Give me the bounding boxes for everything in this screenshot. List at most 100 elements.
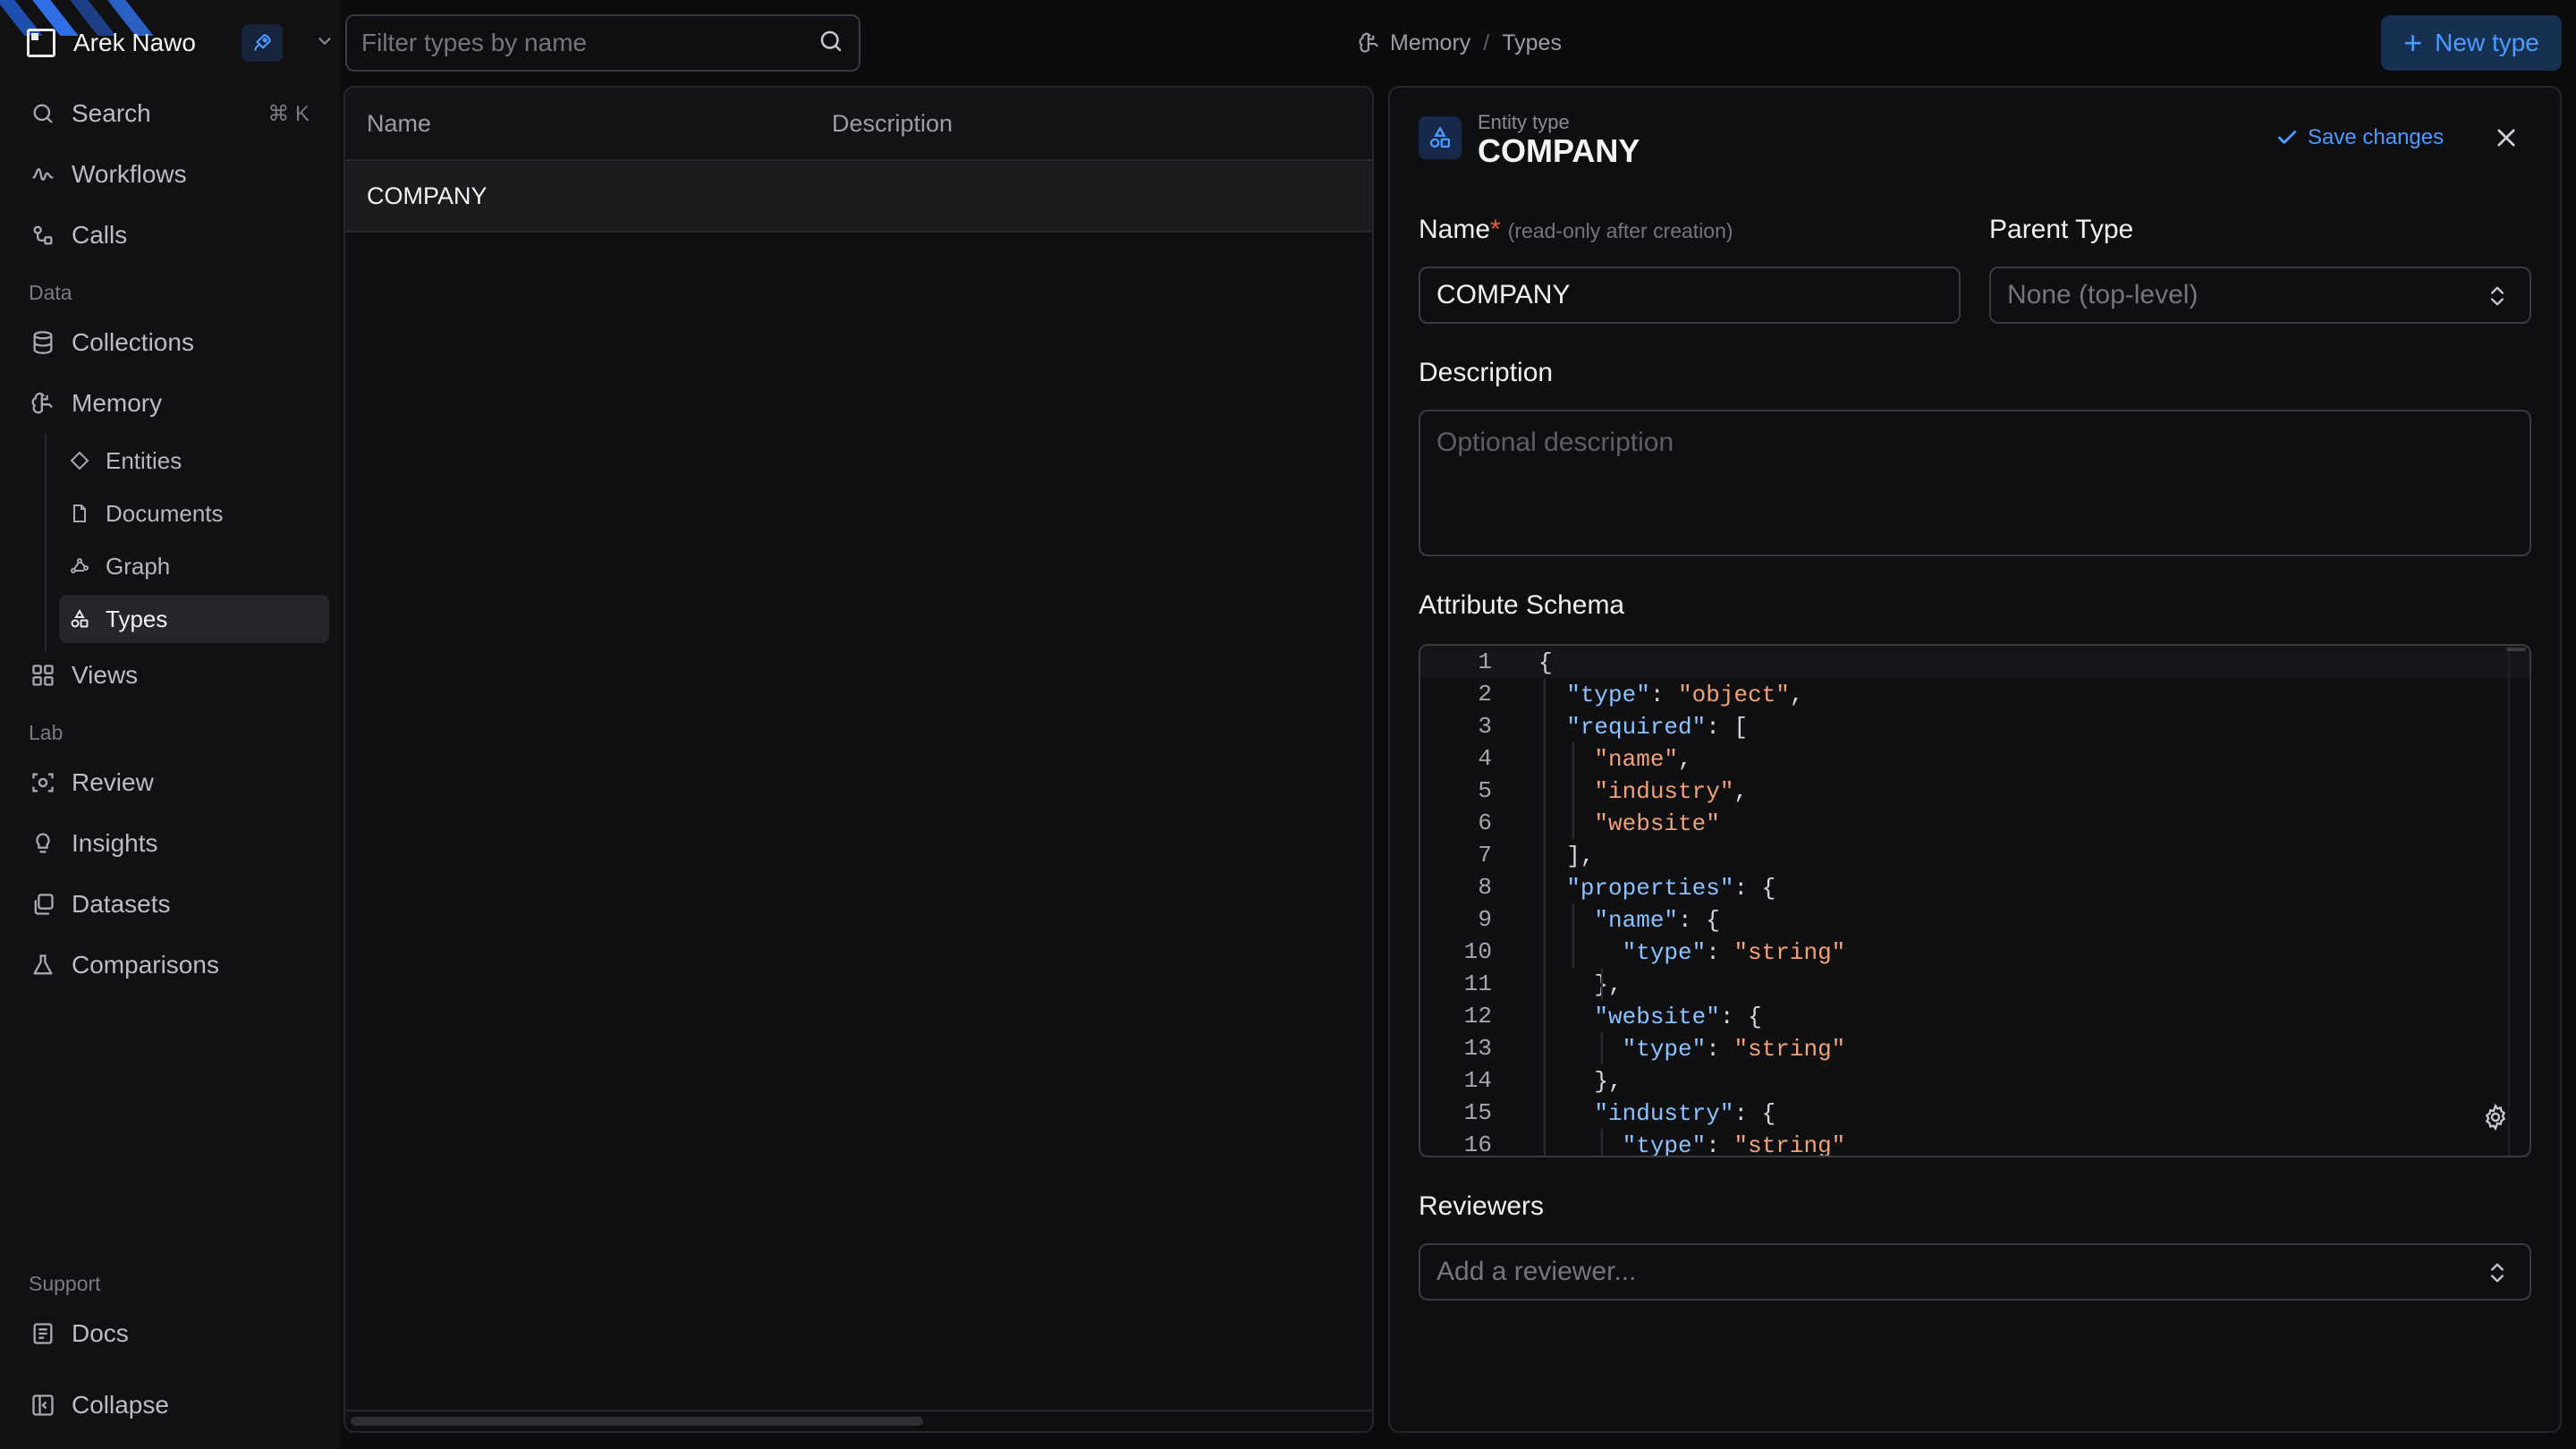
nav-datasets[interactable]: Datasets [27, 878, 331, 930]
new-type-button[interactable]: + New type [2381, 15, 2562, 71]
reviewers-label: Reviewers [1419, 1191, 1545, 1221]
filter-types-input[interactable] [361, 29, 818, 57]
nav-workflows[interactable]: Workflows [27, 148, 331, 200]
line-number: 7 [1478, 842, 1492, 869]
breadcrumb-memory[interactable]: Memory [1390, 30, 1470, 56]
nav-documents[interactable]: Documents [59, 489, 329, 538]
nav-views[interactable]: Views [27, 649, 331, 701]
gear-icon[interactable] [2481, 1103, 2510, 1136]
calls-icon [27, 219, 59, 251]
chevron-down-icon[interactable] [315, 31, 335, 55]
required-mark: * [1490, 215, 1501, 244]
line-number: 16 [1463, 1131, 1492, 1157]
line-number: 15 [1463, 1099, 1492, 1126]
grid-icon [27, 659, 59, 691]
nav-comparisons[interactable]: Comparisons [27, 939, 331, 991]
entity-type-icon [1419, 116, 1462, 159]
nav-entities-label: Entities [106, 446, 182, 474]
reviewers-select[interactable]: Add a reviewer... [1419, 1243, 2531, 1301]
code-line: 8 "properties": { [1420, 871, 2529, 903]
nav-search[interactable]: Search ⌘ K [27, 88, 331, 140]
tree-guide-line [45, 433, 47, 651]
nav-collections[interactable]: Collections [27, 317, 331, 369]
sidebar: Arek Nawo Search ⌘ K Workflows Calls Dat… [0, 0, 340, 1449]
datasets-icon [27, 888, 59, 920]
workflow-icon [27, 158, 59, 191]
code-text: "name": { [1594, 907, 1720, 934]
section-data: Data [29, 281, 72, 304]
code-line: 9 "name": { [1420, 903, 2529, 936]
code-line: 5 "industry", [1420, 775, 2529, 807]
code-text: "industry": { [1594, 1100, 1776, 1127]
code-line: 7 ], [1420, 839, 2529, 871]
code-text: "website" [1594, 810, 1720, 837]
name-field[interactable]: COMPANY [1419, 267, 1961, 324]
nav-review[interactable]: Review [27, 757, 331, 809]
schema-code-editor[interactable]: 1{2 "type": "object", 3 "required": [4 "n… [1419, 644, 2531, 1157]
nav-entities[interactable]: Entities [59, 436, 329, 485]
nav-memory[interactable]: Memory [27, 377, 331, 429]
nav-calls-label: Calls [72, 221, 128, 249]
breadcrumb-separator: / [1483, 30, 1490, 55]
rocket-icon[interactable] [242, 24, 283, 62]
code-text: "properties": { [1566, 875, 1776, 902]
nav-memory-label: Memory [72, 389, 163, 417]
code-line: 14 }, [1420, 1064, 2529, 1097]
shapes-icon [66, 606, 93, 632]
nav-collapse[interactable]: Collapse [27, 1379, 331, 1431]
parent-type-select[interactable]: None (top-level) [1989, 267, 2531, 324]
code-line: 12 "website": { [1420, 1000, 2529, 1032]
column-header-description[interactable]: Description [832, 110, 953, 138]
entity-type-title: COMPANY [1478, 132, 1640, 169]
types-table: Name Description COMPANY [343, 86, 1374, 1433]
nav-docs[interactable]: Docs [27, 1308, 331, 1360]
column-header-name[interactable]: Name [367, 110, 832, 138]
nav-graph[interactable]: Graph [59, 542, 329, 590]
line-number: 10 [1463, 938, 1492, 965]
line-number: 5 [1478, 777, 1492, 804]
horizontal-scroll-track [345, 1410, 1372, 1411]
description-textarea[interactable]: Optional description [1419, 410, 2531, 556]
code-text: "type": "string" [1622, 1132, 1846, 1157]
save-changes-button[interactable]: Save changes [2275, 125, 2444, 150]
line-number: 2 [1478, 681, 1492, 708]
description-label: Description [1419, 358, 1554, 387]
line-number: 14 [1463, 1067, 1492, 1094]
breadcrumb-types: Types [1502, 30, 1562, 55]
filter-types-box[interactable] [345, 14, 860, 72]
line-number: 4 [1478, 745, 1492, 772]
workspace-logo-icon [27, 29, 55, 57]
close-icon[interactable] [2490, 122, 2522, 154]
attribute-schema-label: Attribute Schema [1419, 590, 1625, 620]
code-text: }, [1538, 971, 1623, 998]
table-row[interactable]: COMPANY [345, 161, 1372, 233]
line-number: 8 [1478, 874, 1492, 901]
parent-type-value: None (top-level) [2007, 280, 2199, 309]
workspace-switcher[interactable]: Arek Nawo [27, 20, 331, 66]
type-detail-panel: Entity type COMPANY Save changes Name* (r… [1388, 86, 2562, 1433]
section-lab: Lab [29, 721, 64, 744]
code-line: 6 "website" [1420, 807, 2529, 839]
code-line: 4 "name", [1420, 742, 2529, 775]
insights-icon [27, 827, 59, 860]
nav-calls[interactable]: Calls [27, 209, 331, 261]
line-number: 6 [1478, 809, 1492, 836]
editor-vertical-scrollbar[interactable] [2506, 646, 2529, 1156]
code-text: "type": "string" [1622, 939, 1846, 966]
code-line: 16 "type": "string" [1420, 1129, 2529, 1157]
search-icon[interactable] [818, 28, 844, 59]
indent-guide [1601, 1032, 1603, 1064]
nav-insights[interactable]: Insights [27, 818, 331, 869]
nav-graph-label: Graph [106, 552, 171, 580]
nav-types-label: Types [106, 605, 168, 632]
nav-types[interactable]: Types [59, 595, 329, 643]
new-type-label: New type [2435, 29, 2539, 56]
code-line: 3 "required": [ [1420, 710, 2529, 742]
horizontal-scrollbar[interactable] [351, 1417, 923, 1426]
nav-comparisons-label: Comparisons [72, 951, 219, 979]
code-text: "type": "string" [1622, 1036, 1846, 1063]
flask-icon [27, 949, 59, 981]
indent-guide [1601, 968, 1603, 1000]
search-shortcut: ⌘ K [267, 101, 309, 126]
diamond-icon [66, 447, 93, 474]
